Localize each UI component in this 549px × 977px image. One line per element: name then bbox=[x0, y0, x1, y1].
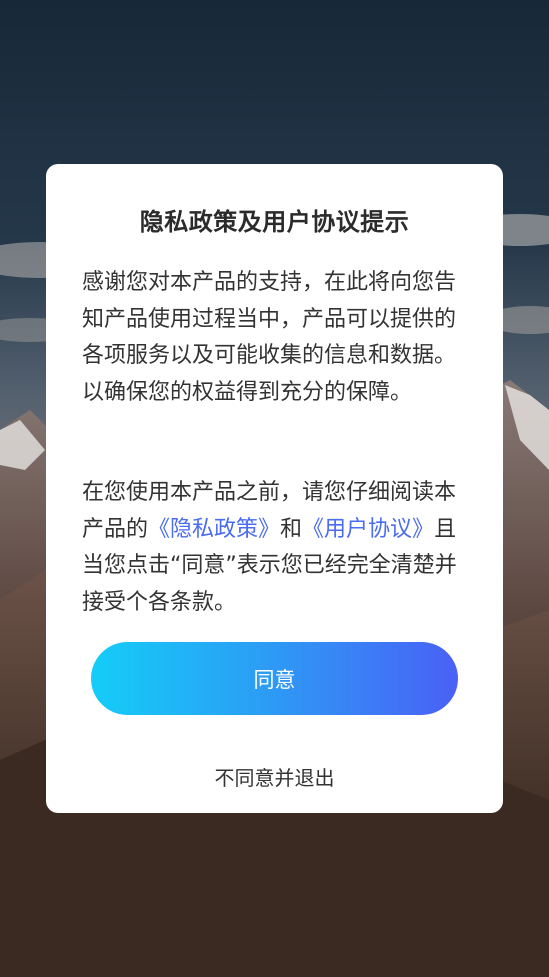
privacy-policy-link[interactable]: 《隐私政策》 bbox=[148, 517, 280, 542]
privacy-dialog: 隐私政策及用户协议提示 感谢您对本产品的支持，在此将向您告知产品使用过程当中，产… bbox=[46, 164, 503, 813]
consent-paragraph: 在您使用本产品之前，请您仔细阅读本产品的《隐私政策》和《用户协议》且当您点击“同… bbox=[82, 475, 472, 621]
intro-paragraph: 感谢您对本产品的支持，在此将向您告知产品使用过程当中，产品可以提供的各项服务以及… bbox=[82, 270, 457, 405]
disagree-exit-button[interactable]: 不同意并退出 bbox=[46, 762, 503, 791]
agree-button[interactable]: 同意 bbox=[91, 642, 458, 715]
consent-text-and: 和 bbox=[280, 516, 303, 542]
user-agreement-link[interactable]: 《用户协议》 bbox=[302, 517, 434, 542]
dialog-title: 隐私政策及用户协议提示 bbox=[139, 208, 410, 236]
app-screen: 隐私政策及用户协议提示 感谢您对本产品的支持，在此将向您告知产品使用过程当中，产… bbox=[0, 0, 549, 977]
